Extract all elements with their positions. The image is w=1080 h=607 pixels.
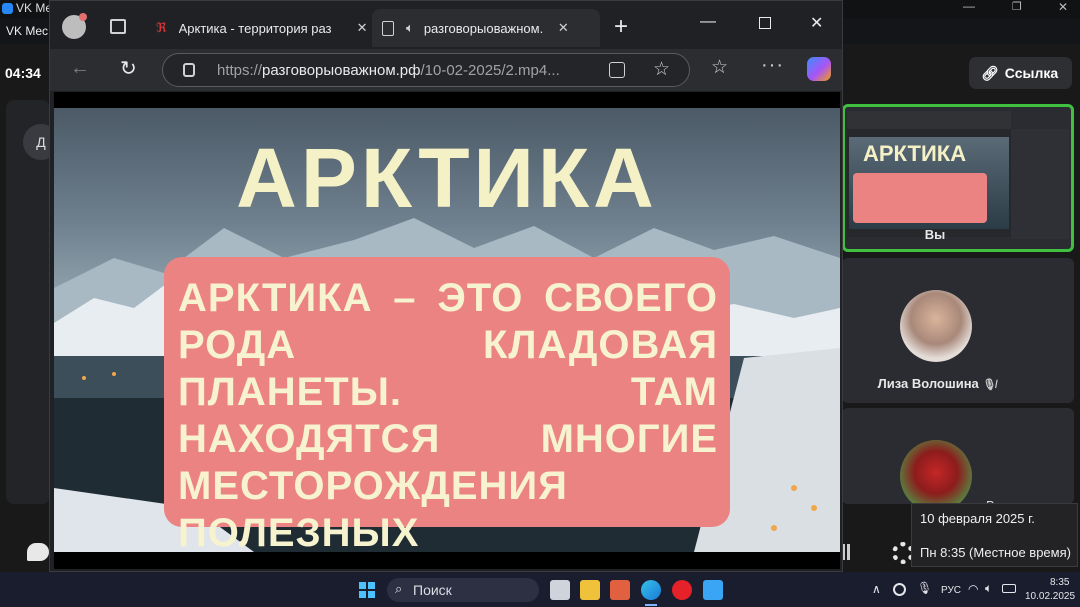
chat-bubble-icon[interactable] xyxy=(27,543,49,561)
tray-sync-icon[interactable] xyxy=(893,583,906,596)
slide-title: АРКТИКА xyxy=(236,131,658,225)
vk-minimize-icon[interactable]: — xyxy=(963,0,975,13)
tray-mic-icon[interactable]: 🎙︎ xyxy=(917,581,932,595)
tooltip-date: 10 февраля 2025 г. xyxy=(920,511,1035,526)
tab-video-title: разговорыоважном. xyxy=(423,20,544,36)
search-icon: ⌕ xyxy=(395,581,403,596)
vk-restore-icon[interactable]: ❐ xyxy=(1012,0,1022,13)
copy-link-label: Ссылка xyxy=(1004,65,1059,81)
url-scheme: https:// xyxy=(217,61,263,79)
window-close-icon[interactable]: ✕ xyxy=(810,13,823,33)
tab-arktika-title: Арктика - территория раз xyxy=(178,20,332,36)
tab-close-icon[interactable]: ✕ xyxy=(558,20,569,36)
participant-tile-3[interactable]: В xyxy=(842,408,1074,504)
call-timer: 04:34 xyxy=(5,65,41,81)
copilot-icon[interactable] xyxy=(807,57,831,81)
browser-tabstrip: ℜ Арктика - территория раз ✕ 🔈︎ разговор… xyxy=(50,1,842,49)
video-frame-slide: АРКТИКА АРКТИКА – ЭТО СВОЕГО РОДА КЛАДОВ… xyxy=(54,108,840,552)
thumb-box xyxy=(853,173,987,223)
url-host: разговорыоважном.рф xyxy=(262,61,421,79)
window-maximize-icon[interactable] xyxy=(759,17,771,29)
taskbar-search[interactable]: ⌕ Поиск xyxy=(387,578,539,602)
tab-audio-icon[interactable]: 🔈︎ xyxy=(406,20,414,36)
tab-close-icon[interactable]: ✕ xyxy=(357,20,368,36)
link-icon: 🔗︎ xyxy=(981,64,999,81)
edge-icon[interactable] xyxy=(641,580,661,600)
thumb-side-tiles xyxy=(1011,129,1069,239)
self-name: Вы xyxy=(924,227,946,242)
copy-link-button[interactable]: 🔗︎ Ссылка xyxy=(969,57,1072,89)
more-menu-icon[interactable]: ··· xyxy=(761,54,784,77)
video-viewport[interactable]: АРКТИКА АРКТИКА – ЭТО СВОЕГО РОДА КЛАДОВ… xyxy=(54,92,840,569)
volume-icon[interactable]: 🔈︎ xyxy=(985,581,992,596)
clock-date[interactable]: 10.02.2025 xyxy=(1025,591,1075,602)
favorite-star-icon[interactable]: ☆ xyxy=(653,58,670,81)
avatar xyxy=(900,440,972,504)
self-screen-thumbnail: АРКТИКА xyxy=(847,111,1011,237)
url-path: /10-02-2025/2.mp4... xyxy=(420,61,560,79)
clock-time[interactable]: 8:35 xyxy=(1050,577,1069,588)
vk-messenger-icon[interactable] xyxy=(703,580,723,600)
participant-2-name-text: Лиза Волошина xyxy=(877,376,979,391)
vk-close-icon[interactable]: ✕ xyxy=(1058,0,1068,14)
tray-language[interactable]: РУС xyxy=(941,585,961,596)
vk-tab[interactable]: VK Mec xyxy=(6,24,48,38)
refresh-icon[interactable]: ↻ xyxy=(120,56,137,81)
tab-favicon-icon: ℜ xyxy=(156,20,167,35)
search-label: Поиск xyxy=(413,582,452,598)
start-windows-icon[interactable] xyxy=(359,582,375,598)
file-explorer-icon[interactable] xyxy=(580,580,600,600)
opera-icon[interactable] xyxy=(672,580,692,600)
vk-chat-panel: Д xyxy=(6,100,59,504)
thumb-slide: АРКТИКА xyxy=(849,137,1009,229)
profile-badge-icon xyxy=(79,13,87,21)
participant-tile-2[interactable]: Лиза Волошина 🎙︎̸ xyxy=(842,258,1074,403)
browser-window: ℜ Арктика - территория раз ✕ 🔈︎ разговор… xyxy=(49,0,843,572)
task-view-icon[interactable] xyxy=(550,580,570,600)
tab-actions-icon[interactable] xyxy=(110,19,126,34)
vk-window-title: VK Me xyxy=(16,1,53,15)
tab-video[interactable]: 🔈︎ разговорыоважном. ✕ xyxy=(372,9,600,47)
tooltip-weekday-time: Пн 8:35 (Местное время) xyxy=(920,545,1071,560)
tab-arktika[interactable]: ℜ Арктика - территория раз ✕ xyxy=(146,9,368,47)
participant-2-name: Лиза Волошина 🎙︎̸ xyxy=(842,376,1032,391)
address-bar[interactable]: https:// разговорыоважном.рф /10-02-2025… xyxy=(162,53,690,87)
participant-tile-self[interactable]: АРКТИКА Вы xyxy=(842,104,1074,252)
back-icon[interactable]: ← xyxy=(70,57,90,80)
battery-icon[interactable] xyxy=(1002,584,1016,593)
new-tab-icon[interactable]: + xyxy=(614,13,628,41)
side-button-label: Д xyxy=(36,134,46,150)
layout-icon[interactable] xyxy=(842,544,850,560)
slide-text-box: АРКТИКА – ЭТО СВОЕГО РОДА КЛАДОВАЯ ПЛАНЕ… xyxy=(164,257,730,552)
thumb-browser-bar xyxy=(847,111,1011,129)
favorites-list-icon[interactable]: ☆ xyxy=(711,56,728,79)
browser-toolbar: ← ↻ https:// разговорыоважном.рф /10-02-… xyxy=(50,49,842,91)
mic-muted-icon: 🎙︎̸ xyxy=(982,379,997,391)
tab-page-icon xyxy=(382,20,394,36)
participants-grid: АРКТИКА Вы Лиза Волошина 🎙︎̸ В xyxy=(842,104,1074,504)
profile-avatar-icon[interactable] xyxy=(62,13,87,39)
taskbar: ⌕ Поиск ∧ 🎙︎ РУС ◠ 🔈︎ 8:35 10.02.2025 xyxy=(0,572,1080,607)
avatar xyxy=(900,290,972,362)
powerpoint-icon[interactable] xyxy=(610,580,630,600)
slide-body-text: АРКТИКА – ЭТО СВОЕГО РОДА КЛАДОВАЯ ПЛАНЕ… xyxy=(178,276,718,552)
wifi-icon[interactable]: ◠ xyxy=(968,582,978,596)
vk-logo-icon xyxy=(2,3,13,14)
read-aloud-icon[interactable] xyxy=(609,62,625,78)
date-tooltip: 10 февраля 2025 г. Пн 8:35 (Местное врем… xyxy=(911,503,1078,567)
edge-active-indicator xyxy=(645,604,657,606)
window-minimize-icon[interactable]: — xyxy=(700,13,716,31)
thumb-title: АРКТИКА xyxy=(863,141,967,166)
tray-chevron-icon[interactable]: ∧ xyxy=(872,582,881,596)
lock-icon xyxy=(183,63,195,77)
